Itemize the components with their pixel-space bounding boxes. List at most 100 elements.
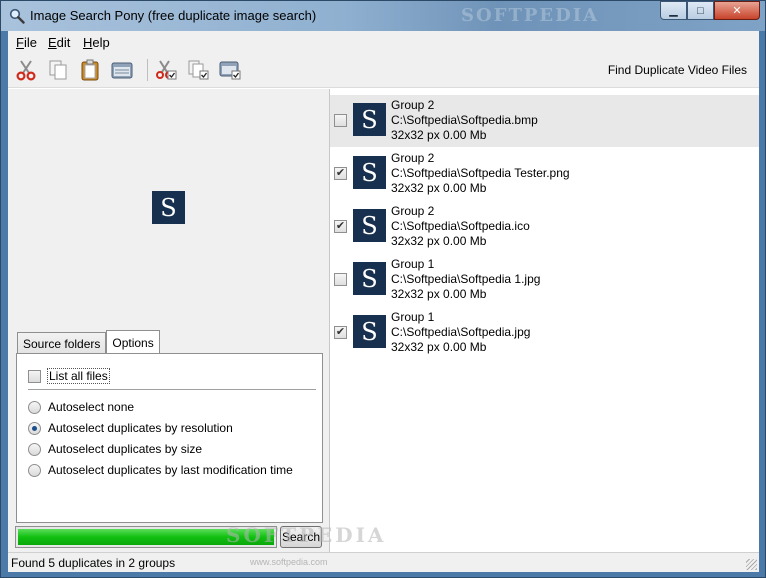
select-checked-button[interactable]	[218, 58, 242, 82]
cut-checked-button[interactable]	[154, 58, 178, 82]
radio-label: Autoselect duplicates by size	[48, 442, 203, 456]
cut-checked-icon	[156, 60, 177, 80]
menu-file-label: ile	[23, 35, 37, 50]
radio-label: Autoselect duplicates by resolution	[48, 421, 233, 435]
result-info: 32x32 px 0.00 Mb	[391, 128, 487, 142]
select-all-button[interactable]	[110, 58, 134, 82]
copy-button[interactable]	[46, 58, 70, 82]
options-divider	[28, 389, 316, 390]
result-group: Group 2	[391, 98, 435, 112]
result-path: C:\Softpedia\Softpedia.bmp	[391, 113, 538, 127]
result-checkbox[interactable]: ✔	[334, 326, 347, 339]
status-text: Found 5 duplicates in 2 groups	[11, 556, 176, 570]
left-pane: S Source folders Options List all files …	[8, 89, 329, 552]
menu-edit-label: dit	[56, 35, 71, 50]
minimize-button[interactable]: ▁	[660, 1, 687, 20]
result-text: Group 1 C:\Softpedia\Softpedia.jpg 32x32 p…	[391, 310, 530, 355]
result-group: Group 1	[391, 310, 435, 324]
copy-icon	[49, 60, 67, 80]
result-info: 32x32 px 0.00 Mb	[391, 340, 487, 354]
radio-button[interactable]	[28, 463, 41, 477]
toolbar-separator	[147, 59, 148, 81]
radio-button[interactable]	[28, 442, 41, 456]
paste-icon	[81, 59, 99, 81]
result-text: Group 1 C:\Softpedia\Softpedia 1.jpg 32x32…	[391, 257, 540, 302]
image-preview: S	[152, 191, 185, 224]
result-path: C:\Softpedia\Softpedia 1.jpg	[391, 272, 541, 286]
minimize-icon: ▁	[669, 5, 678, 17]
radio-button-selected[interactable]	[28, 421, 41, 435]
list-all-files-checkbox[interactable]: List all files	[28, 368, 110, 384]
checkbox-box[interactable]	[28, 369, 41, 383]
result-row[interactable]: S Group 2 C:\Softpedia\Softpedia.bmp 32x32 …	[330, 95, 759, 147]
result-checkbox[interactable]: ✔	[334, 220, 347, 233]
select-checked-icon	[219, 61, 241, 80]
result-group: Group 2	[391, 151, 435, 165]
menu-edit-mnemonic: E	[48, 35, 57, 50]
options-panel: List all files Autoselect none Autoselec…	[16, 353, 323, 523]
cut-icon	[16, 60, 36, 81]
toolbar: Find Duplicate Video Files	[8, 53, 759, 88]
result-path: C:\Softpedia\Softpedia Tester.png	[391, 166, 570, 180]
cut-button[interactable]	[14, 58, 38, 82]
tab-strip: Source folders Options	[17, 330, 160, 354]
list-all-files-label: List all files	[47, 368, 110, 384]
radio-autoselect-modification-time[interactable]: Autoselect duplicates by last modificati…	[28, 463, 293, 477]
radio-autoselect-none[interactable]: Autoselect none	[28, 400, 134, 414]
menu-edit[interactable]: Edit	[48, 35, 70, 50]
paste-button[interactable]	[78, 58, 102, 82]
find-duplicate-video-link[interactable]: Find Duplicate Video Files	[608, 63, 747, 77]
title-bar[interactable]: Image Search Pony (free duplicate image …	[1, 1, 765, 31]
result-row[interactable]: ✔ S Group 2 C:\Softpedia\Softpedia.ico 32x32…	[330, 201, 759, 253]
tab-source-folders[interactable]: Source folders	[17, 332, 107, 354]
result-checkbox[interactable]: ✔	[334, 167, 347, 180]
resize-grip-icon[interactable]	[746, 559, 757, 570]
thumbnail-glyph: S	[361, 264, 378, 293]
result-thumbnail: S	[353, 103, 386, 136]
status-bar: SOFTPEDIA Found 5 duplicates in 2 groups…	[8, 523, 759, 572]
result-thumbnail: S	[353, 209, 386, 242]
watermark: SOFTPEDIA	[461, 5, 600, 26]
result-checkbox[interactable]	[334, 114, 347, 127]
copy-checked-icon	[188, 60, 209, 80]
result-info: 32x32 px 0.00 Mb	[391, 287, 487, 301]
radio-label: Autoselect duplicates by last modificati…	[48, 463, 293, 477]
result-group: Group 2	[391, 204, 435, 218]
radio-autoselect-size[interactable]: Autoselect duplicates by size	[28, 442, 202, 456]
menu-help-mnemonic: H	[83, 35, 93, 50]
result-text: Group 2 C:\Softpedia\Softpedia.ico 32x32 p…	[391, 204, 530, 249]
radio-button[interactable]	[28, 400, 41, 414]
thumbnail-glyph: S	[361, 158, 378, 187]
result-path: C:\Softpedia\Softpedia.ico	[391, 219, 530, 233]
caption-buttons: ▁ □ ✕	[660, 1, 760, 21]
radio-autoselect-resolution[interactable]: Autoselect duplicates by resolution	[28, 421, 233, 435]
close-icon: ✕	[732, 5, 742, 17]
result-row[interactable]: S Group 1 C:\Softpedia\Softpedia 1.jpg 32x3…	[330, 254, 759, 306]
menu-bar: File Edit Help	[8, 31, 759, 53]
maximize-button[interactable]: □	[687, 1, 714, 20]
result-thumbnail: S	[353, 315, 386, 348]
maximize-icon: □	[697, 4, 704, 17]
menu-help-label: elp	[92, 35, 110, 50]
copy-checked-button[interactable]	[186, 58, 210, 82]
result-info: 32x32 px 0.00 Mb	[391, 234, 487, 248]
result-checkbox[interactable]	[334, 273, 347, 286]
close-button[interactable]: ✕	[714, 1, 760, 20]
tab-options[interactable]: Options	[106, 330, 160, 354]
watermark-url: www.softpedia.com	[250, 557, 328, 567]
result-text: Group 2 C:\Softpedia\Softpedia Tester.png…	[391, 151, 570, 196]
result-thumbnail: S	[353, 262, 386, 295]
menu-file[interactable]: File	[16, 35, 37, 50]
watermark: SOFTPEDIA	[226, 523, 387, 547]
result-thumbnail: S	[353, 156, 386, 189]
menu-file-mnemonic: F	[16, 35, 24, 50]
result-row[interactable]: ✔ S Group 2 C:\Softpedia\Softpedia Tester.p…	[330, 148, 759, 200]
thumbnail-glyph: S	[361, 105, 378, 134]
menu-help[interactable]: Help	[83, 35, 110, 50]
results-list[interactable]: S Group 2 C:\Softpedia\Softpedia.bmp 32x32 …	[329, 89, 759, 552]
client-area: File Edit Help Find Duplicate Video File…	[8, 31, 759, 572]
result-group: Group 1	[391, 257, 435, 271]
result-row[interactable]: ✔ S Group 1 C:\Softpedia\Softpedia.jpg 32x32…	[330, 307, 759, 359]
window-title: Image Search Pony (free duplicate image …	[30, 8, 317, 23]
thumbnail-glyph: S	[361, 317, 378, 346]
